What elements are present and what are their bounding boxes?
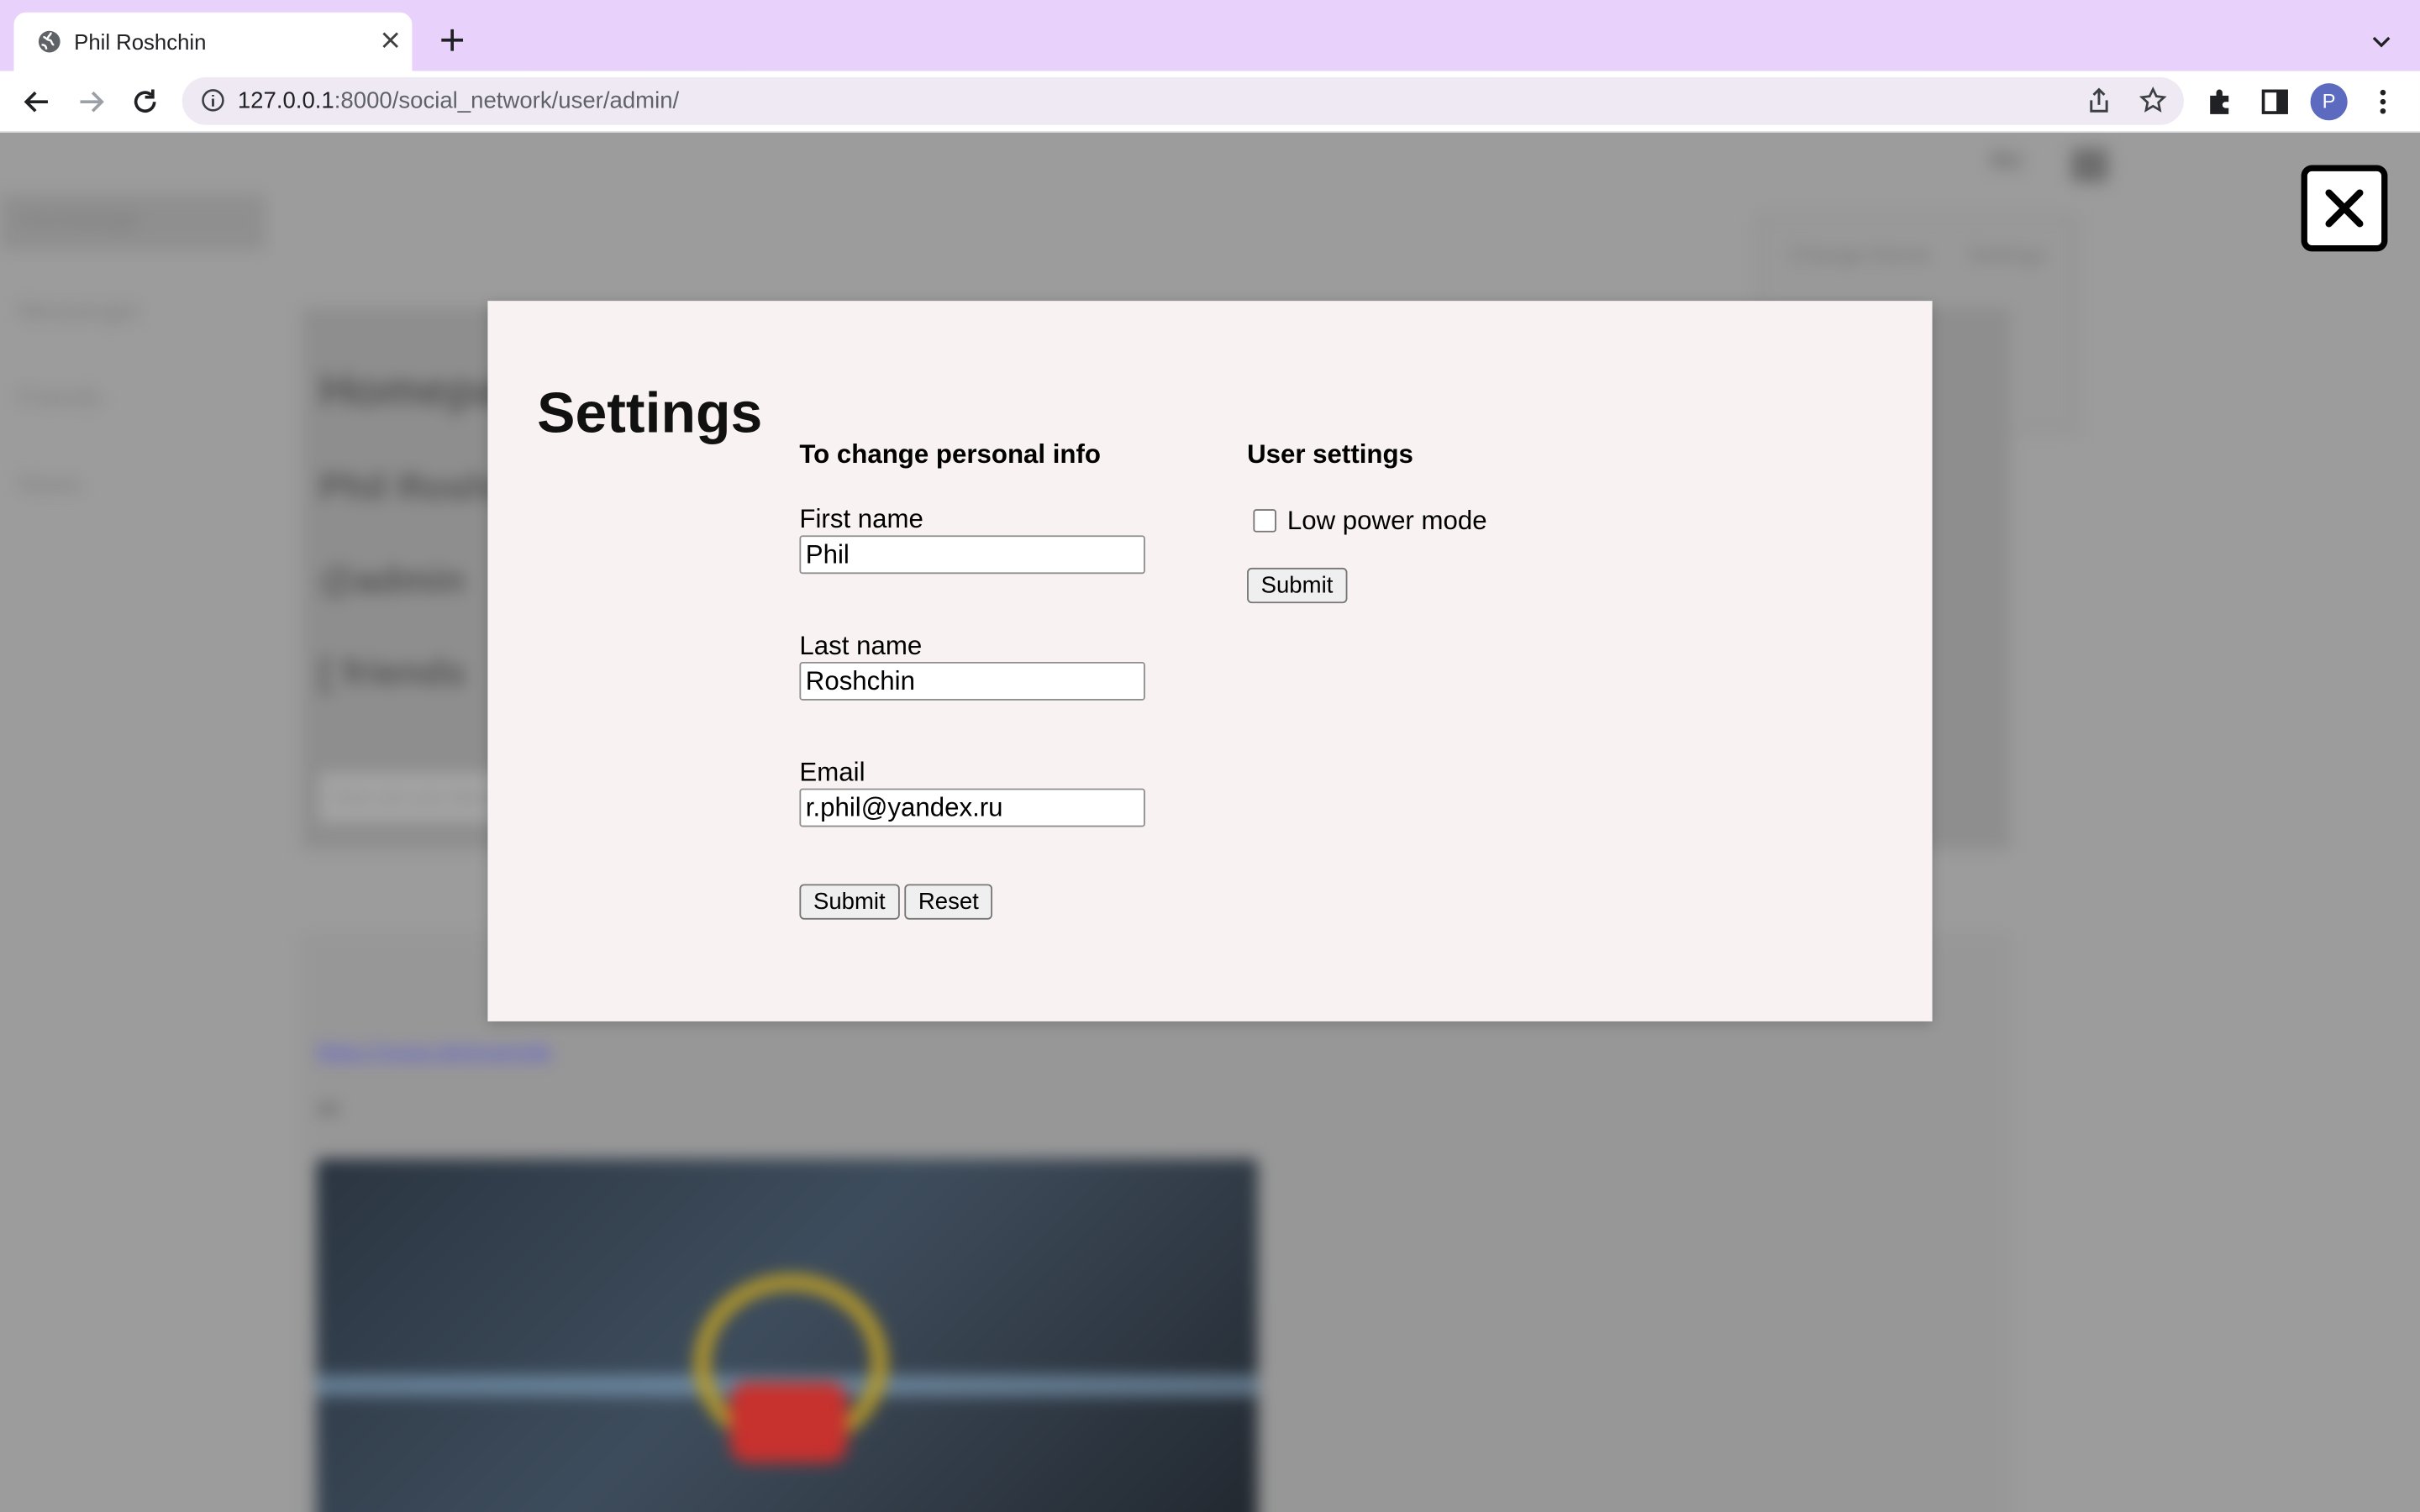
back-arrow-icon[interactable] — [20, 85, 54, 118]
low-power-label: Low power mode — [1286, 506, 1487, 536]
personal-reset-button[interactable]: Reset — [904, 884, 993, 920]
last-name-field[interactable] — [799, 661, 1145, 701]
url-text: 127.0.0.1:8000/social_network/user/admin… — [237, 87, 680, 114]
email-field[interactable] — [799, 788, 1145, 827]
settings-modal: Settings To change personal info First n… — [487, 301, 1933, 1021]
video-thumbnail — [316, 1158, 1258, 1512]
close-icon — [2325, 189, 2364, 228]
info-icon[interactable] — [201, 88, 225, 113]
youtube-play-icon — [729, 1382, 848, 1463]
modal-title: Settings — [537, 381, 763, 444]
sidebar-item-homepage: Homepage — [0, 194, 266, 250]
browser-toolbar: 127.0.0.1:8000/social_network/user/admin… — [0, 71, 2420, 133]
new-tab-icon[interactable] — [439, 26, 466, 54]
low-power-checkbox[interactable] — [1253, 509, 1276, 533]
profile-username: @admin — [319, 559, 465, 602]
post-link: https://youtu.be/example — [316, 1038, 552, 1063]
menu-item-settings: Settings — [1967, 242, 2046, 267]
personal-submit-button[interactable]: Submit — [799, 884, 900, 920]
share-icon[interactable] — [2085, 87, 2112, 114]
forward-arrow-icon[interactable] — [74, 85, 108, 118]
tab-title: Phil Roshchin — [74, 29, 207, 55]
extensions-puzzle-icon[interactable] — [2206, 87, 2237, 118]
personal-info-heading: To change personal info — [799, 439, 1101, 470]
tab-strip: Phil Roshchin — [0, 0, 2420, 71]
globe-icon — [38, 30, 60, 53]
browser-window: Phil Roshchin 127.0.0.1:8000/social_netw… — [0, 0, 2420, 1512]
last-name-label: Last name — [799, 631, 923, 661]
bookmark-star-icon[interactable] — [2139, 86, 2167, 114]
first-name-label: First name — [799, 504, 923, 534]
email-label: Email — [799, 757, 865, 787]
post-meta: 4d — [316, 1096, 339, 1121]
browser-tab[interactable]: Phil Roshchin — [13, 12, 413, 71]
close-modal-button[interactable] — [2301, 165, 2388, 252]
user-settings-submit-button[interactable]: Submit — [1247, 567, 1347, 604]
reload-icon[interactable] — [128, 85, 161, 118]
first-name-field[interactable] — [799, 535, 1145, 575]
menu-toggle-icon — [2070, 148, 2108, 182]
close-tab-icon[interactable] — [378, 28, 402, 52]
address-bar[interactable]: 127.0.0.1:8000/social_network/user/admin… — [182, 76, 2184, 125]
sidebar-item-friends: Friends — [18, 386, 102, 412]
chevron-down-icon[interactable] — [2370, 31, 2392, 53]
profile-friends: [ friends — [319, 652, 466, 695]
profile-avatar[interactable]: P — [2310, 83, 2348, 121]
user-settings-heading: User settings — [1247, 439, 1413, 470]
menu-item-theme: Change theme — [1788, 242, 1931, 267]
side-panel-icon[interactable] — [2260, 87, 2291, 118]
language-label: RU — [1991, 148, 2023, 173]
sidebar-item-messenger: Messenger — [18, 299, 141, 326]
kebab-menu-icon[interactable] — [2368, 87, 2399, 118]
sidebar-item-news: News — [18, 472, 81, 499]
